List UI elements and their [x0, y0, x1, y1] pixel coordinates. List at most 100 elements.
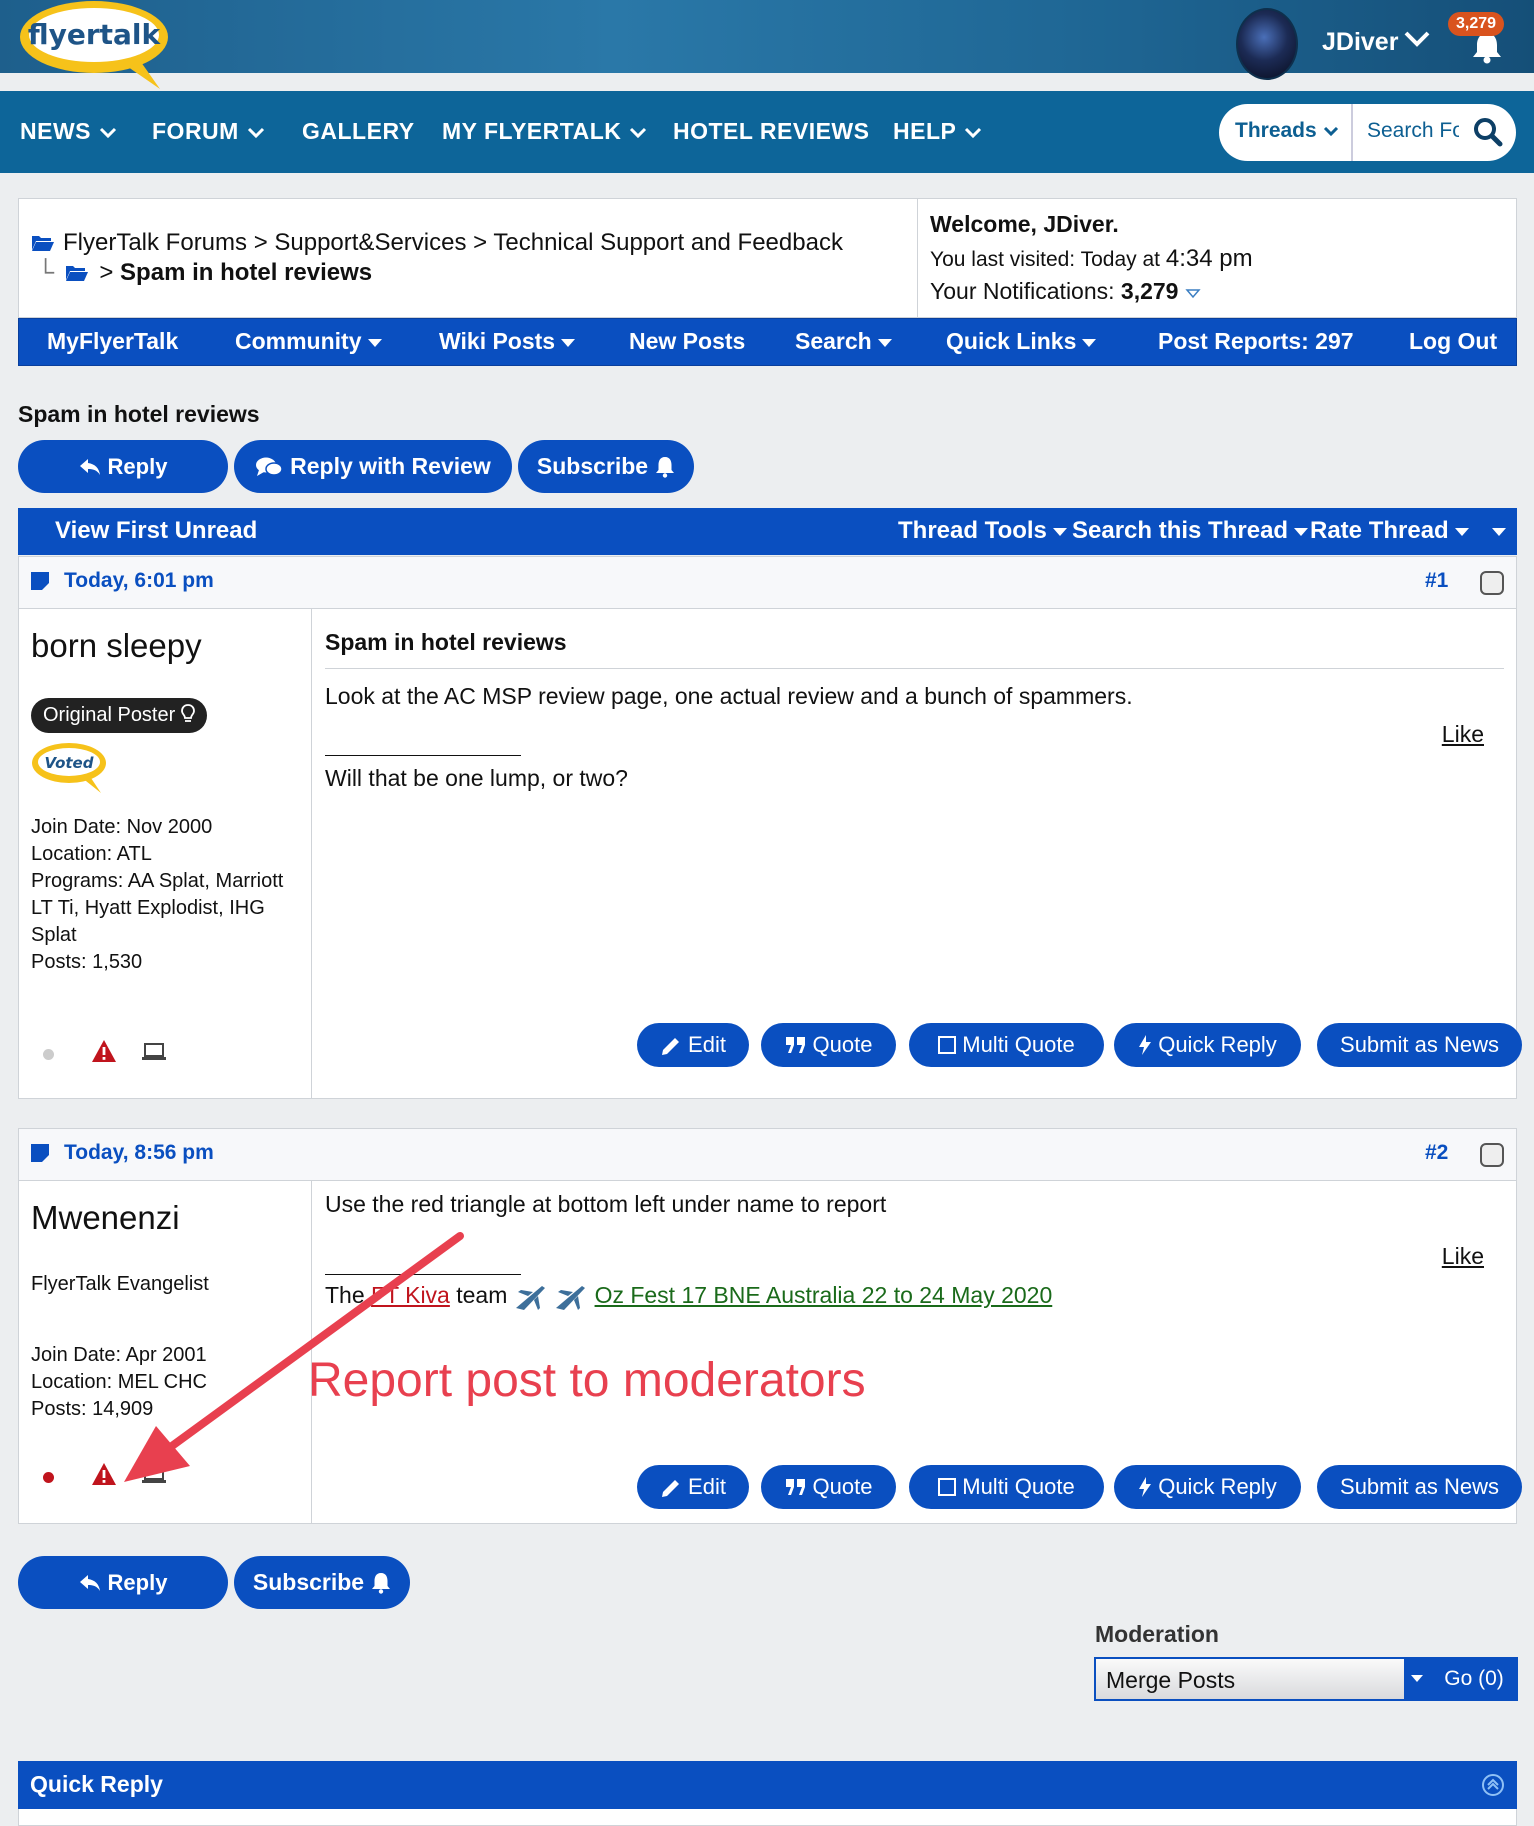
moderation-go-button[interactable]: Go (0): [1430, 1657, 1518, 1701]
reply-icon: [79, 1574, 100, 1591]
nav-news[interactable]: NEWS: [20, 118, 117, 145]
chevron-down-icon: [99, 127, 117, 139]
subscribe-button[interactable]: Subscribe: [518, 440, 694, 493]
post-icon: [31, 1144, 49, 1162]
oz-fest-link[interactable]: Oz Fest 17 BNE Australia 22 to 24 May 20…: [595, 1282, 1053, 1308]
quick-reply-button[interactable]: Quick Reply: [1114, 1465, 1301, 1509]
nav-help[interactable]: HELP: [893, 118, 982, 145]
airplane-icon: [556, 1286, 586, 1310]
original-poster-badge: Original Poster: [31, 698, 207, 733]
nav-quick-links[interactable]: Quick Links: [946, 328, 1097, 355]
nav-post-reports[interactable]: Post Reports: 297: [1158, 328, 1354, 355]
search-input[interactable]: Search Forums: [1367, 119, 1459, 143]
quick-reply-button[interactable]: Quick Reply: [1114, 1023, 1301, 1067]
nav-search[interactable]: Search: [795, 328, 892, 355]
toolbar-more-menu[interactable]: [1486, 517, 1506, 545]
view-first-unread-link[interactable]: View First Unread: [55, 517, 257, 545]
submit-as-news-button[interactable]: Submit as News: [1317, 1023, 1522, 1067]
nav-log-out[interactable]: Log Out: [1409, 328, 1497, 355]
annotation-text: Report post to moderators: [308, 1354, 866, 1407]
post-number-link[interactable]: #2: [1425, 1141, 1448, 1165]
moderation-select[interactable]: Merge Posts: [1094, 1657, 1406, 1701]
breadcrumb-panel: FlyerTalk Forums > Support&Services > Te…: [18, 198, 1517, 319]
quick-reply-body: [18, 1809, 1517, 1826]
nav-myflyertalk[interactable]: MyFlyerTalk: [47, 328, 178, 355]
nav-hotel-reviews[interactable]: HOTEL REVIEWS: [673, 118, 870, 145]
chevron-down-icon[interactable]: [1404, 30, 1430, 48]
reply-with-review-button[interactable]: Reply with Review: [234, 440, 512, 493]
edit-button[interactable]: Edit: [637, 1465, 749, 1509]
edit-button[interactable]: Edit: [637, 1023, 749, 1067]
voted-badge-icon: Voted: [32, 743, 106, 793]
thread-tools-menu[interactable]: Thread Tools: [898, 517, 1067, 545]
caret-down-icon: [1082, 338, 1097, 347]
user-info-pane: born sleepy Original Poster Voted Join D…: [19, 609, 312, 1098]
computer-icon: [142, 1043, 166, 1060]
divider: [1351, 104, 1353, 161]
breadcrumb: FlyerTalk Forums > Support&Services > Te…: [31, 229, 843, 257]
search-scope-select[interactable]: Threads: [1235, 119, 1339, 143]
notifications-line[interactable]: Your Notifications: 3,279: [930, 278, 1506, 305]
report-post-icon[interactable]: [91, 1039, 117, 1063]
search-thread-menu[interactable]: Search this Thread: [1072, 517, 1309, 545]
post-number-link[interactable]: #1: [1425, 569, 1448, 593]
flyertalk-logo[interactable]: flyertalk: [18, 0, 170, 89]
quick-reply-header: Quick Reply: [18, 1761, 1517, 1809]
post-select-checkbox[interactable]: [1480, 1143, 1504, 1167]
username[interactable]: JDiver: [1322, 28, 1398, 57]
post-author[interactable]: born sleepy: [31, 627, 202, 665]
post-text: Use the red triangle at bottom left unde…: [325, 1191, 887, 1217]
chevron-down-icon: [247, 127, 264, 139]
nav-gallery[interactable]: GALLERY: [302, 118, 415, 145]
post-body: Use the red triangle at bottom left unde…: [325, 1181, 1522, 1523]
multi-quote-button[interactable]: Multi Quote: [909, 1023, 1104, 1067]
notification-badge[interactable]: 3,279: [1448, 12, 1505, 36]
caret-down-icon: [1294, 527, 1309, 536]
caret-down-icon: [561, 338, 576, 347]
nav-my-flyertalk[interactable]: MY FLYERTALK: [442, 118, 647, 145]
quote-button[interactable]: Quote: [761, 1023, 896, 1067]
breadcrumb-path[interactable]: FlyerTalk Forums > Support&Services > Te…: [63, 229, 843, 256]
bottom-reply-button[interactable]: Reply: [18, 1556, 228, 1609]
multi-quote-button[interactable]: Multi Quote: [909, 1465, 1104, 1509]
caret-down-icon: [877, 338, 892, 347]
last-visited: You last visited: Today at 4:34 pm: [930, 245, 1253, 272]
signature-divider: [325, 755, 521, 756]
chevron-down-icon: [630, 127, 647, 139]
chevron-down-icon: [1323, 126, 1338, 137]
breadcrumb-current: └ > Spam in hotel reviews: [37, 259, 372, 287]
user-stats: Join Date: Nov 2000 Location: ATL Progra…: [31, 816, 284, 973]
nav-forum[interactable]: FORUM: [152, 118, 265, 145]
signature: Will that be one lump, or two?: [325, 765, 628, 791]
quote-button[interactable]: Quote: [761, 1465, 896, 1509]
post-date: Today, 8:56 pm: [64, 1141, 214, 1164]
search-icon[interactable]: [1473, 117, 1503, 147]
reply-button[interactable]: Reply: [18, 440, 228, 493]
nav-new-posts[interactable]: New Posts: [629, 328, 745, 355]
bell-icon: [372, 1572, 391, 1594]
pencil-icon: [662, 1038, 680, 1055]
like-link[interactable]: Like: [1442, 1243, 1484, 1270]
moderation-label: Moderation: [1095, 1621, 1219, 1647]
caret-down-icon: [1492, 527, 1506, 536]
rate-thread-menu[interactable]: Rate Thread: [1310, 517, 1469, 545]
nav-wiki-posts[interactable]: Wiki Posts: [439, 328, 576, 355]
post-select-checkbox[interactable]: [1480, 571, 1504, 595]
collapse-icon[interactable]: [1481, 1773, 1505, 1797]
caret-down-icon: [1454, 527, 1469, 536]
submit-as-news-button[interactable]: Submit as News: [1317, 1465, 1522, 1509]
user-avatar[interactable]: [1236, 8, 1298, 80]
post-icon: [31, 572, 49, 590]
online-status-icon: [43, 1472, 54, 1483]
dropdown-arrow-icon[interactable]: [1404, 1657, 1430, 1701]
lightning-icon: [1139, 1477, 1152, 1497]
like-link[interactable]: Like: [1442, 721, 1484, 748]
nav-community[interactable]: Community: [235, 328, 382, 355]
lightning-icon: [1139, 1035, 1152, 1055]
caret-down-icon: [367, 338, 382, 347]
svg-text:flyertalk: flyertalk: [28, 18, 162, 51]
current-thread-name: Spam in hotel reviews: [120, 259, 373, 286]
lightbulb-icon: [180, 704, 195, 722]
thread-title: Spam in hotel reviews: [18, 401, 260, 427]
bottom-subscribe-button[interactable]: Subscribe: [234, 1556, 410, 1609]
